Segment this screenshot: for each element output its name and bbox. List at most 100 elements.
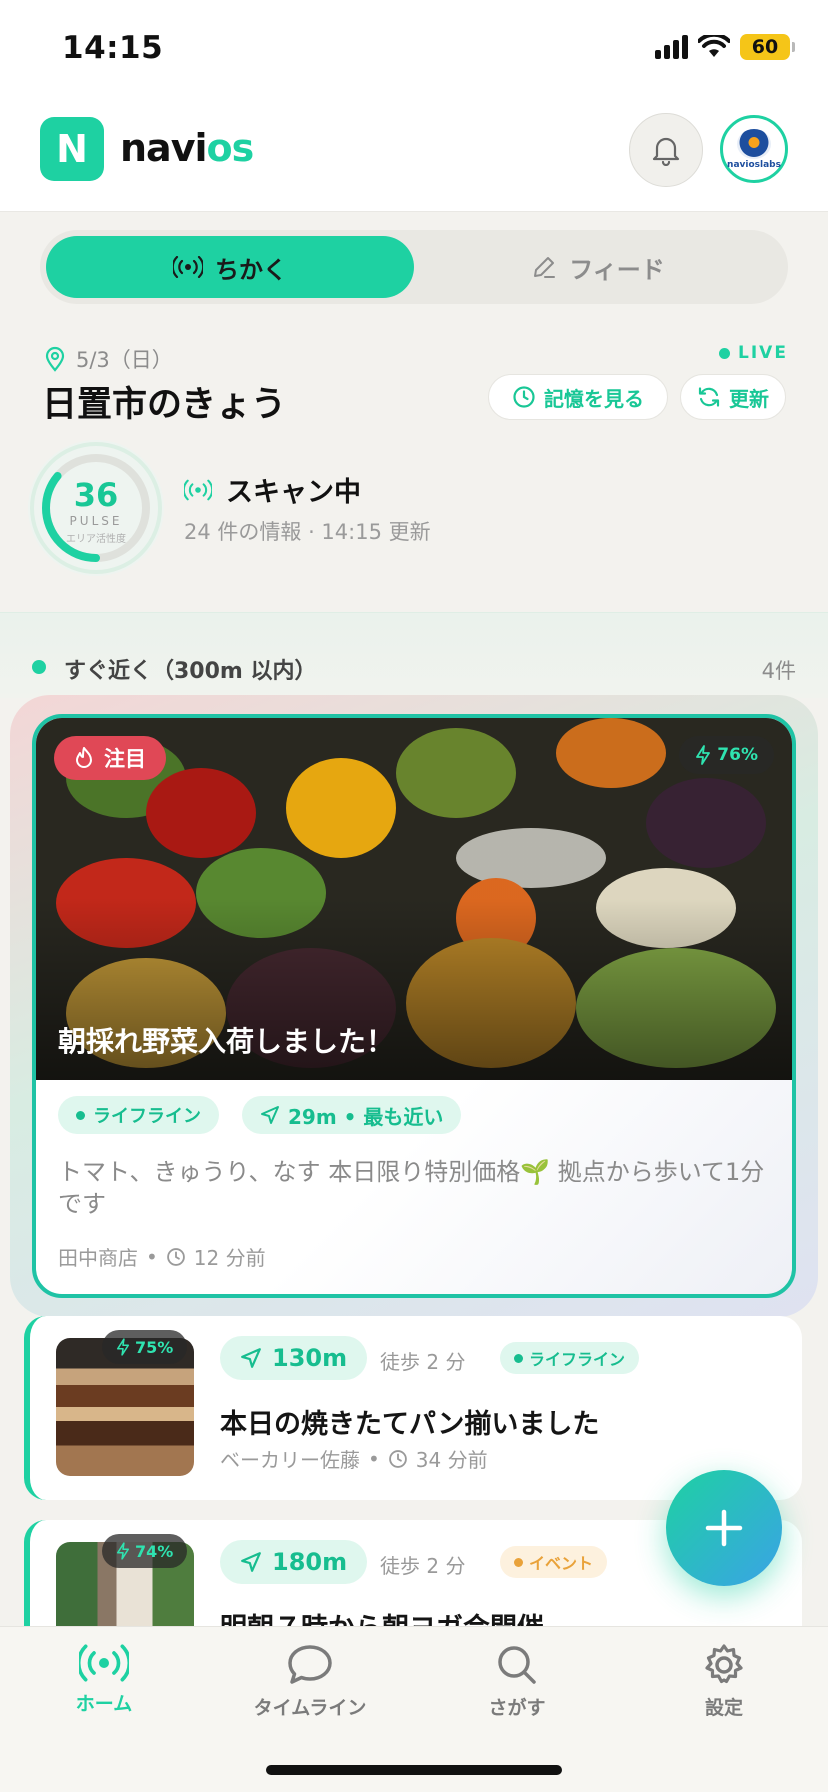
shop-name: 田中商店	[58, 1246, 138, 1270]
nav-home[interactable]: ホーム	[24, 1643, 184, 1716]
nav-search-label: さがす	[488, 1697, 546, 1719]
nav-timeline[interactable]: タイムライン	[230, 1643, 390, 1720]
category-label: イベント	[529, 1554, 594, 1573]
tab-nearby[interactable]: ちかく	[46, 236, 414, 298]
featured-badge-label: 注目	[104, 747, 146, 771]
nearby-section-title: すぐ近く（300m 以内）	[64, 659, 317, 684]
refresh-label: 更新	[729, 386, 769, 411]
distance-tag: 29m • 最も近い	[242, 1096, 462, 1134]
status-icons: 60	[655, 34, 795, 60]
battery-icon: 60	[740, 34, 795, 60]
pulse-label: PULSE	[69, 514, 123, 528]
flame-icon	[76, 747, 92, 768]
tab-feed-label: フィード	[569, 255, 665, 284]
item-meta: ベーカリー佐藤 • 34 分前	[220, 1444, 488, 1473]
navigation-arrow-icon	[241, 1348, 261, 1368]
category-dot	[514, 1353, 523, 1363]
status-bar: 14:15 60	[0, 0, 828, 100]
category-label: ライフライン	[529, 1350, 626, 1369]
pencil-icon	[534, 257, 556, 278]
featured-description: トマト、きゅうり、なす 本日限り特別価格🌱 拠点から歩いて1分です	[58, 1158, 765, 1218]
avatar-label: navioslabs	[727, 159, 781, 170]
walk-time: 徒歩 2 分	[380, 1554, 466, 1578]
clock-icon	[513, 386, 535, 408]
live-label: LIVE	[738, 343, 788, 363]
profile-avatar-button[interactable]: navioslabs	[720, 115, 788, 183]
category-tag: ライフライン	[58, 1096, 219, 1134]
distance-pill: 180m	[220, 1540, 368, 1584]
featured-card[interactable]: 注目 76% 朝採れ野菜入荷しました！ ライフライン 29m • 最も近い トマ…	[32, 714, 796, 1298]
app-logo-text: navios	[120, 126, 255, 170]
pulse-sub-label: エリア活性度	[66, 534, 126, 545]
pulse-value: 36	[73, 476, 119, 514]
plus-icon	[705, 1509, 743, 1547]
category-tag: ライフライン	[500, 1342, 640, 1374]
app-name-main: navi	[120, 126, 207, 170]
featured-meta: 田中商店 • 12 分前	[58, 1242, 266, 1271]
distance-value: 180m	[272, 1548, 348, 1576]
nav-timeline-label: タイムライン	[253, 1697, 367, 1719]
radar-icon	[173, 256, 203, 278]
match-score-badge: 75%	[102, 1330, 188, 1364]
radar-icon	[79, 1644, 129, 1682]
clock-icon	[388, 1449, 407, 1468]
notifications-button[interactable]	[629, 113, 703, 187]
gear-icon	[705, 1644, 743, 1684]
view-tabs: ちかく フィード	[40, 230, 788, 304]
battery-level: 60	[751, 36, 779, 58]
shop-name: ベーカリー佐藤	[220, 1448, 360, 1472]
match-score-badge: 74%	[102, 1534, 188, 1568]
distance-pill: 130m	[220, 1336, 368, 1380]
location-pin-icon	[45, 346, 65, 372]
meta-separator: •	[368, 1446, 380, 1471]
distance-value: 130m	[272, 1344, 348, 1372]
posted-time: 12 分前	[193, 1246, 266, 1270]
list-item[interactable]: 75% 130m 徒歩 2 分 ライフライン 本日の焼きたてパン揃いました ベー…	[24, 1316, 802, 1500]
tab-feed[interactable]: フィード	[414, 236, 782, 298]
match-score: 76%	[717, 745, 758, 765]
refresh-button[interactable]: 更新	[680, 374, 786, 420]
item-title: 本日の焼きたてパン揃いました	[220, 1409, 600, 1440]
walk-time: 徒歩 2 分	[380, 1350, 466, 1374]
area-date-text: 5/3（日）	[76, 348, 173, 372]
live-dot	[719, 347, 730, 359]
view-memory-button[interactable]: 記憶を見る	[488, 374, 668, 420]
area-date: 5/3（日）	[44, 344, 173, 374]
nearby-count: 4件	[761, 659, 796, 683]
meta-separator: •	[146, 1244, 158, 1269]
live-indicator: LIVE	[719, 343, 788, 363]
nav-home-label: ホーム	[75, 1693, 133, 1715]
category-dot	[514, 1557, 523, 1567]
navioslabs-logo-icon	[737, 128, 771, 159]
nav-search[interactable]: さがす	[437, 1643, 597, 1720]
refresh-icon	[698, 387, 720, 407]
create-post-button[interactable]	[666, 1470, 782, 1586]
lightning-icon	[696, 745, 711, 765]
home-indicator	[266, 1765, 562, 1775]
cellular-signal-icon	[655, 35, 688, 59]
nearby-dot	[32, 660, 46, 674]
navigation-arrow-icon	[241, 1552, 261, 1572]
category-dot	[76, 1110, 85, 1120]
view-memory-label: 記憶を見る	[544, 386, 644, 411]
pulse-gauge: 36 PULSE エリア活性度	[28, 440, 164, 576]
status-time: 14:15	[62, 30, 164, 66]
wifi-icon	[698, 35, 730, 57]
tab-nearby-label: ちかく	[215, 255, 287, 284]
bell-icon	[652, 137, 680, 166]
match-score-badge: 76%	[679, 736, 774, 774]
area-title: 日置市のきょう	[42, 385, 286, 425]
search-icon	[498, 1646, 536, 1684]
lightning-icon	[116, 1542, 130, 1560]
match-score: 75%	[135, 1337, 174, 1357]
featured-headline: 朝採れ野菜入荷しました！	[58, 1025, 395, 1058]
nav-settings[interactable]: 設定	[644, 1643, 804, 1720]
app-header: N navios navioslabs	[0, 100, 828, 212]
radar-icon	[184, 479, 212, 500]
scan-status: スキャン中	[184, 470, 361, 509]
scan-title: スキャン中	[226, 477, 361, 508]
clock-icon	[166, 1247, 185, 1266]
app-name-accent: os	[206, 126, 255, 170]
lightning-icon	[116, 1338, 130, 1356]
nav-settings-label: 設定	[704, 1697, 743, 1719]
